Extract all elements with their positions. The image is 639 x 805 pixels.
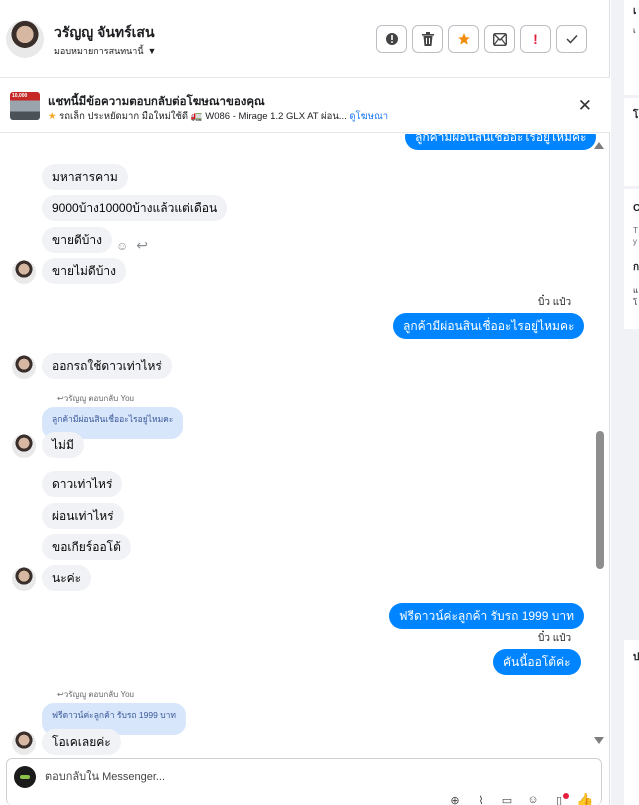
panel-fragment: ป	[633, 652, 639, 663]
incoming-message: ดาวเท่าไหร่	[42, 471, 123, 497]
reply-composer: ⊕ ⌇ ▭ ☺ ▯ 👍	[6, 758, 602, 805]
mark-done-button[interactable]	[556, 25, 587, 53]
reply-arrow-icon[interactable]: ↩	[136, 237, 148, 254]
reply-label: ↩วรัญญู ตอบกลับ You	[57, 690, 134, 699]
composer-toolbar: ⊕ ⌇ ▭ ☺ ▯ 👍	[447, 792, 593, 805]
like-icon[interactable]: 👍	[576, 792, 593, 805]
assign-conversation-dropdown[interactable]: มอบหมายการสนทนานี้ ▼	[54, 44, 156, 58]
mark-unread-icon	[492, 32, 507, 46]
emoji-icon[interactable]: ☺	[525, 793, 541, 805]
contact-avatar-small	[12, 567, 36, 591]
attachment-icon[interactable]: ⌇	[473, 793, 489, 805]
spam-button[interactable]: !	[520, 25, 551, 53]
truck-emoji-icon: 🚛	[190, 111, 203, 122]
saved-replies-icon[interactable]: ▭	[499, 793, 515, 805]
incoming-message: นะค่ะ	[42, 565, 92, 591]
panel-fragment: C	[633, 203, 639, 214]
details-card	[624, 0, 639, 95]
contact-name[interactable]: วรัญญู จันทร์เสน	[54, 22, 155, 44]
header-actions: !	[376, 25, 587, 53]
close-icon[interactable]: ✕	[578, 97, 592, 114]
star-emoji-icon: ★	[48, 111, 57, 122]
panel-fragment: เ	[633, 26, 636, 35]
star-icon	[457, 33, 470, 45]
panel-fragment: โ	[633, 298, 638, 307]
chat-scrollbar[interactable]	[594, 134, 608, 756]
alert-circle-icon	[385, 33, 398, 45]
incoming-message: 9000บ้าง10000บ้างแล้วแต่เดือน	[42, 195, 228, 221]
panel-fragment: y	[633, 237, 637, 246]
outgoing-message: ลูกค้ามีผ่อนสินเชื่ออะไรอยู่ไหมคะ	[393, 313, 585, 339]
assign-label: มอบหมายการสนทนานี้	[54, 46, 144, 56]
incoming-message: ขอเกียร์ออโต้	[42, 534, 131, 560]
incoming-message: มหาสารคาม	[42, 164, 128, 190]
scrollbar-thumb[interactable]	[596, 431, 604, 569]
react-emoji-icon[interactable]: ☺	[116, 239, 128, 253]
message-hover-actions: ☺ ↩	[116, 237, 148, 254]
incoming-message: โอเคเลยค่ะ	[42, 729, 121, 755]
ad-subtitle-text: รถเล็ก ประหยัดมาก มือใหม่ใช้ดี	[59, 111, 189, 122]
exclamation-icon: !	[533, 31, 538, 47]
incoming-message: ขายดีบ้าง	[42, 227, 112, 253]
sender-name: บิ๋ว แป๋ว	[538, 633, 572, 644]
page-avatar	[14, 766, 36, 788]
panel-fragment: T	[633, 226, 638, 235]
ad-banner-subtitle: ★ รถเล็ก ประหยัดมาก มือใหม่ใช้ดี 🚛 W086 …	[48, 109, 388, 124]
reply-arrow-icon: ↩	[57, 394, 64, 403]
contact-avatar-small	[12, 731, 36, 755]
view-ad-link[interactable]: ดูโฆษณา	[349, 111, 388, 122]
contact-avatar-small	[12, 434, 36, 458]
mark-unread-button[interactable]	[484, 25, 515, 53]
incoming-message: ผ่อนเท่าไหร่	[42, 503, 124, 529]
contact-details-panel: เ เ โ C T y ก แ โ ป	[611, 0, 639, 805]
alert-circle-button[interactable]	[376, 25, 407, 53]
message-thread[interactable]: ลูกค้ามีผ่อนสินเชื่ออะไรอยู่ไหมคะ มหาสาร…	[0, 134, 610, 756]
panel-fragment: เ	[633, 6, 637, 17]
check-icon	[565, 34, 578, 44]
outgoing-message: ฟรีดาวน์ค่ะลูกค้า รับรถ 1999 บาท	[389, 603, 585, 629]
outgoing-message: ลูกค้ามีผ่อนสินเชื่ออะไรอยู่ไหมคะ	[405, 134, 597, 150]
notification-dot	[563, 793, 569, 799]
reply-arrow-icon: ↩	[57, 690, 64, 699]
inbox-app: วรัญญู จันทร์เสน มอบหมายการสนทนานี้ ▼ ! …	[0, 0, 639, 805]
scroll-up-arrow-icon[interactable]	[594, 142, 604, 149]
sender-name: บิ๋ว แป๋ว	[538, 297, 572, 308]
contact-avatar-small	[12, 355, 36, 379]
chevron-down-icon: ▼	[147, 46, 157, 56]
ad-subtitle-item: W086 - Mirage 1.2 GLX AT ผ่อน...	[205, 111, 347, 122]
outgoing-message: คันนี้ออโต้ค่ะ	[493, 649, 581, 675]
contact-avatar[interactable]	[6, 20, 44, 58]
reply-input[interactable]	[45, 768, 405, 786]
star-button[interactable]	[448, 25, 479, 53]
scroll-down-arrow-icon[interactable]	[594, 737, 604, 744]
ad-thumbnail[interactable]: 10,000	[10, 92, 40, 120]
add-contact-icon[interactable]: ⊕	[447, 793, 463, 805]
incoming-message: ขายไม่ดีบ้าง	[42, 258, 126, 284]
conversation-pane: วรัญญู จันทร์เสน มอบหมายการสนทนานี้ ▼ ! …	[0, 0, 610, 805]
incoming-message: ออกรถใช้ดาวเท่าไหร่	[42, 353, 172, 379]
ad-reply-banner: 10,000 แชทนี้มีข้อความตอบกลับต่อโฆษณาของ…	[0, 78, 610, 133]
reply-label: ↩วรัญญู ตอบกลับ You	[57, 394, 134, 403]
contact-avatar-small	[12, 260, 36, 284]
panel-fragment: ก	[633, 262, 639, 273]
delete-button[interactable]	[412, 25, 443, 53]
panel-fragment: โ	[633, 110, 639, 121]
conversation-header: วรัญญู จันทร์เสน มอบหมายการสนทนานี้ ▼ !	[0, 0, 610, 78]
trash-icon	[421, 32, 434, 46]
incoming-message: ไม่มี	[42, 432, 84, 458]
